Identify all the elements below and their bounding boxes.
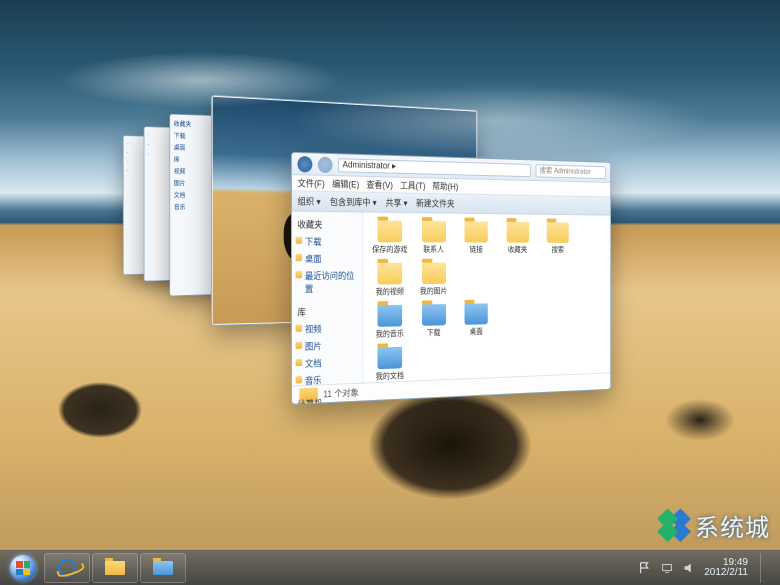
- menu-edit[interactable]: 编辑(E): [332, 177, 359, 191]
- flip3d-window-explorer-front[interactable]: Administrator ▸ 搜索 Administrator 文件(F) 编…: [291, 151, 611, 404]
- nav-item[interactable]: 音乐: [172, 201, 210, 213]
- folder-item[interactable]: 链接: [458, 221, 495, 255]
- folder-item[interactable]: 我的文档: [370, 346, 409, 382]
- tool-share[interactable]: 共享 ▾: [386, 196, 408, 209]
- nav-item[interactable]: 视频: [172, 165, 210, 177]
- nav-desktop[interactable]: 桌面: [296, 249, 359, 266]
- date-text: 2012/2/11: [704, 568, 748, 579]
- volume-icon[interactable]: [682, 561, 696, 575]
- explorer-icon: [105, 561, 125, 575]
- folder-item[interactable]: 下载: [415, 303, 453, 338]
- network-icon[interactable]: [660, 561, 674, 575]
- ie-icon: [58, 559, 76, 577]
- watermark: 系统城: [657, 508, 770, 543]
- navigation-pane: 收藏夹 下载 桌面 最近访问的位置 库 视频 图片 文档 音乐 计算机 网络: [292, 211, 363, 385]
- folder-item[interactable]: 保存的游戏: [370, 220, 409, 255]
- system-tray: 19:49 2012/2/11: [638, 553, 776, 583]
- start-orb-icon: [10, 555, 36, 581]
- nav-item[interactable]: 库: [172, 153, 210, 165]
- folder-item[interactable]: 收藏夹: [500, 221, 536, 254]
- flag-icon[interactable]: [638, 561, 652, 575]
- back-button[interactable]: [297, 155, 312, 172]
- tool-newfolder[interactable]: 新建文件夹: [416, 196, 454, 209]
- folder-item[interactable]: 桌面: [458, 303, 495, 337]
- nav-libraries[interactable]: 库: [296, 302, 359, 320]
- nav-item[interactable]: 桌面: [172, 141, 210, 154]
- nav-music[interactable]: 音乐: [296, 369, 359, 389]
- show-desktop-button[interactable]: [760, 553, 770, 583]
- start-button[interactable]: [4, 553, 42, 583]
- tool-organize[interactable]: 组织 ▾: [297, 194, 320, 207]
- taskbar-app-button[interactable]: [140, 553, 186, 583]
- folder-item[interactable]: 我的视频: [370, 262, 409, 297]
- nav-documents[interactable]: 文档: [296, 353, 359, 372]
- nav-downloads[interactable]: 下载: [296, 232, 359, 249]
- nav-videos[interactable]: 视频: [296, 319, 359, 338]
- app-icon: [153, 561, 173, 575]
- folder-item[interactable]: 我的图片: [415, 262, 453, 296]
- clock[interactable]: 19:49 2012/2/11: [704, 558, 748, 579]
- nav-item[interactable]: 收藏夹: [172, 117, 210, 130]
- nav-item[interactable]: 下载: [172, 129, 210, 142]
- watermark-text: 系统城: [695, 508, 770, 543]
- menu-help[interactable]: 帮助(H): [432, 179, 458, 192]
- nav-favorites[interactable]: 收藏夹: [296, 215, 359, 233]
- menu-file[interactable]: 文件(F): [297, 176, 324, 190]
- tool-include[interactable]: 包含到库中 ▾: [330, 194, 377, 208]
- nav-item[interactable]: 图片: [172, 177, 210, 189]
- folder-item[interactable]: 搜索: [540, 222, 575, 255]
- nav-recent[interactable]: 最近访问的位置: [296, 266, 359, 297]
- watermark-icon: [650, 501, 698, 549]
- taskbar-ie-button[interactable]: [44, 553, 90, 583]
- taskbar: 19:49 2012/2/11: [0, 550, 780, 585]
- address-bar[interactable]: Administrator ▸: [338, 157, 531, 176]
- search-input[interactable]: 搜索 Administrator: [536, 163, 606, 178]
- flip3d-stack: ···· ··· 收藏夹 下载 桌面 库 视频 图片 文档: [330, 253, 331, 254]
- forward-button[interactable]: [318, 156, 333, 172]
- nav-pictures[interactable]: 图片: [296, 336, 359, 355]
- nav-item[interactable]: 文档: [172, 189, 210, 201]
- menu-view[interactable]: 查看(V): [366, 177, 393, 190]
- folder-item[interactable]: 联系人: [415, 220, 453, 254]
- taskbar-explorer-button[interactable]: [92, 553, 138, 583]
- folder-item[interactable]: 我的音乐: [370, 304, 409, 339]
- menu-tools[interactable]: 工具(T): [400, 178, 426, 191]
- desktop: ···· ··· 收藏夹 下载 桌面 库 视频 图片 文档: [0, 0, 780, 585]
- folder-view[interactable]: 保存的游戏 联系人 链接 收藏夹 搜索 我的视频 我的图片 我的音乐 下载 桌面…: [363, 212, 610, 382]
